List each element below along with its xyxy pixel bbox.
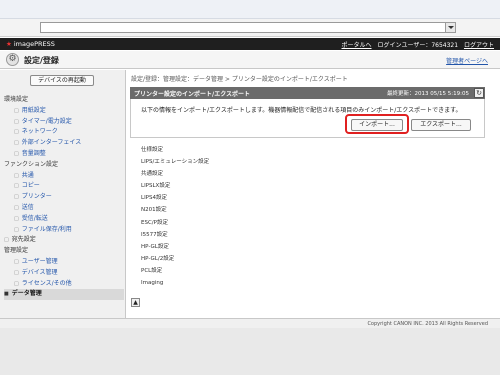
export-button[interactable]: エクスポート...: [411, 119, 471, 131]
main-content: 設定/登録：管理設定：データ管理 > プリンター設定のインポート/エクスポート …: [127, 70, 500, 318]
logo-text: imagePRESS: [13, 40, 55, 48]
top-bar: ★ imagePRESS ポータルへ ログインユーザー：7654321 ログアウト: [0, 38, 500, 50]
import-button[interactable]: インポート...: [351, 119, 403, 131]
sidebar-item-printer[interactable]: プリンター: [4, 192, 124, 203]
sidebar: デバイスの再起動 環境設定 用紙設定 タイマー/電力設定 ネットワーク 外部イン…: [0, 70, 126, 318]
sidebar-item-data-management[interactable]: データ管理: [4, 289, 124, 301]
address-bar[interactable]: [40, 22, 456, 33]
list-item: PCL設定: [141, 267, 163, 274]
list-item: N201設定: [141, 207, 167, 214]
star-icon: ★: [6, 40, 12, 48]
sidebar-heading-function: ファンクション設定: [4, 160, 59, 168]
sidebar-item-network[interactable]: ネットワーク: [4, 127, 124, 138]
brand-logo: ★ imagePRESS: [6, 40, 55, 48]
list-item: 仕様設定: [141, 147, 164, 153]
top-nav: ポータルへ ログインユーザー：7654321 ログアウト: [338, 40, 494, 49]
list-item: I5577設定: [141, 231, 168, 238]
sidebar-heading-management: 管理設定: [4, 247, 29, 255]
panel-description: 以下の情報をインポート/エクスポートします。機器情報配信で配信される項目のみイン…: [141, 107, 462, 114]
list-item: HP-GL設定: [141, 243, 169, 250]
sidebar-heading-environment: 環境設定: [4, 96, 29, 103]
sidebar-item-receive-forward[interactable]: 受信/転送: [4, 214, 124, 225]
list-item: LIPS4設定: [141, 195, 167, 202]
settings-gear-icon: ⚙: [6, 53, 19, 66]
settings-list: 仕様設定 LIPS/エミュレーション設定 共通設定 LIPSLX設定 LIPS4…: [141, 144, 481, 289]
sidebar-item-paper[interactable]: 用紙設定: [4, 106, 124, 117]
panel-header: プリンター設定のインポート/エクスポート 最終更新：2013 05/15 5:1…: [130, 87, 485, 99]
sidebar-item-copy[interactable]: コピー: [4, 181, 124, 192]
list-item: LIPS/エミュレーション設定: [141, 159, 210, 166]
login-user: ログインユーザー：7654321: [377, 42, 459, 49]
page-title: 設定/登録: [24, 56, 59, 65]
footer: Copyright CANON INC. 2013 All Rights Res…: [0, 318, 500, 328]
page-background: [0, 328, 500, 375]
last-updated: 最終更新：2013 05/15 5:19:05: [386, 91, 469, 97]
sidebar-item-volume[interactable]: 音量調整: [4, 149, 124, 160]
panel-title: プリンター設定のインポート/エクスポート: [134, 91, 251, 98]
sidebar-item-external-interface[interactable]: 外部インターフェイス: [4, 138, 124, 149]
sidebar-item-device-management[interactable]: デバイス管理: [4, 268, 124, 279]
list-item: Imaging: [141, 280, 164, 287]
breadcrumb: 設定/登録：管理設定：データ管理 > プリンター設定のインポート/エクスポート: [131, 76, 348, 83]
scroll-to-top-icon[interactable]: ▲: [131, 298, 140, 307]
sidebar-item-file-storage[interactable]: ファイル保存/利用: [4, 225, 124, 236]
sidebar-menu: 環境設定 用紙設定 タイマー/電力設定 ネットワーク 外部インターフェイス 音量…: [4, 95, 124, 301]
restart-device-button[interactable]: デバイスの再起動: [30, 75, 94, 86]
sidebar-item-send[interactable]: 送信: [4, 203, 124, 214]
list-item: 共通設定: [141, 171, 164, 178]
copyright: Copyright CANON INC. 2013 All Rights Res…: [367, 321, 488, 327]
sidebar-item-timer-power[interactable]: タイマー/電力設定: [4, 117, 124, 128]
page-titlebar: ⚙ 設定/登録 管理者ページへ: [0, 51, 500, 69]
refresh-icon[interactable]: ↻: [474, 88, 484, 98]
portal-link[interactable]: ポータルへ: [342, 42, 372, 49]
admin-page-link[interactable]: 管理者ページへ: [446, 56, 488, 65]
logout-link[interactable]: ログアウト: [464, 42, 494, 49]
browser-address-strip: [0, 19, 500, 37]
sidebar-item-user-management[interactable]: ユーザー管理: [4, 257, 124, 268]
list-item: HP-GL/2設定: [141, 255, 175, 262]
sidebar-item-license-other[interactable]: ライセンス/その他: [4, 279, 124, 290]
browser-titlebar: [0, 0, 500, 19]
list-item: LIPSLX設定: [141, 183, 171, 190]
sidebar-item-destination[interactable]: 宛先設定: [4, 235, 124, 246]
list-item: ESC/P設定: [141, 219, 168, 226]
address-dropdown-icon[interactable]: [445, 23, 455, 32]
sidebar-item-common[interactable]: 共通: [4, 171, 124, 182]
